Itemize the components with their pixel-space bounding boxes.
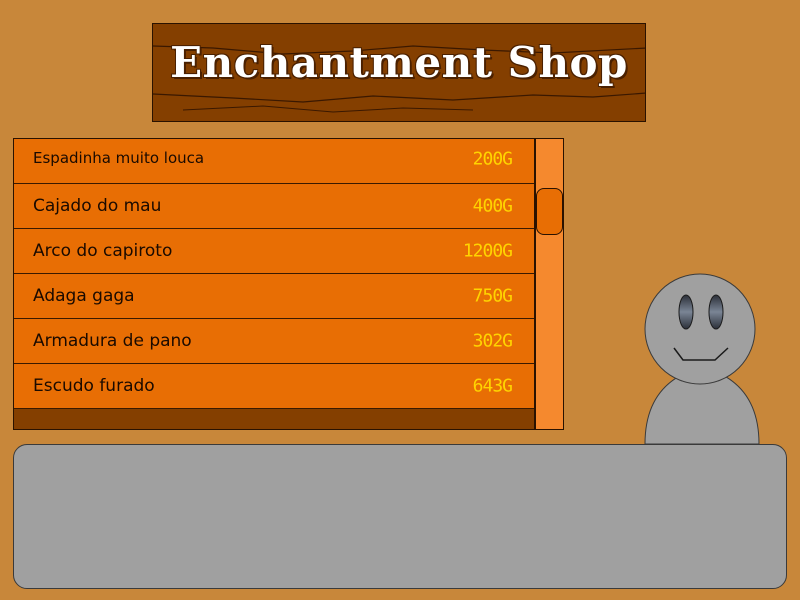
dialog-box[interactable] bbox=[13, 444, 787, 589]
item-name: Arco do capiroto bbox=[33, 241, 173, 261]
item-price: 200G bbox=[472, 148, 513, 170]
shopkeeper-left-eye bbox=[678, 294, 694, 330]
list-item[interactable]: Escudo furado 643G bbox=[14, 364, 534, 409]
list-item[interactable]: Cajado do mau 400G bbox=[14, 184, 534, 229]
shop-title: Enchantment Shop bbox=[170, 38, 628, 87]
item-price: 1200G bbox=[462, 240, 513, 262]
item-name: Armadura de pano bbox=[33, 331, 192, 351]
item-price: 643G bbox=[472, 375, 513, 397]
item-name: Adaga gaga bbox=[33, 286, 135, 306]
list-item[interactable]: Adaga gaga 750G bbox=[14, 274, 534, 319]
item-price: 400G bbox=[472, 195, 513, 217]
list-scrollbar[interactable] bbox=[535, 138, 564, 430]
shopkeeper-character[interactable] bbox=[640, 272, 765, 452]
item-price: 750G bbox=[472, 285, 513, 307]
item-list: Espadinha muito louca 200G Cajado do mau… bbox=[13, 138, 535, 430]
list-item[interactable]: Armadura de pano 302G bbox=[14, 319, 534, 364]
shopkeeper-right-eye bbox=[708, 294, 724, 330]
game-screen: Enchantment Shop Espadinha muito louca 2… bbox=[0, 0, 800, 600]
item-price: 302G bbox=[472, 330, 513, 352]
shop-title-sign: Enchantment Shop bbox=[152, 23, 646, 122]
list-item[interactable]: Espadinha muito louca 200G bbox=[14, 139, 534, 184]
shopkeeper-head bbox=[644, 273, 756, 385]
scrollbar-thumb[interactable] bbox=[536, 188, 563, 235]
item-name: Cajado do mau bbox=[33, 196, 162, 216]
list-item[interactable]: Arco do capiroto 1200G bbox=[14, 229, 534, 274]
item-name: Escudo furado bbox=[33, 376, 155, 396]
item-name: Espadinha muito louca bbox=[33, 149, 205, 167]
